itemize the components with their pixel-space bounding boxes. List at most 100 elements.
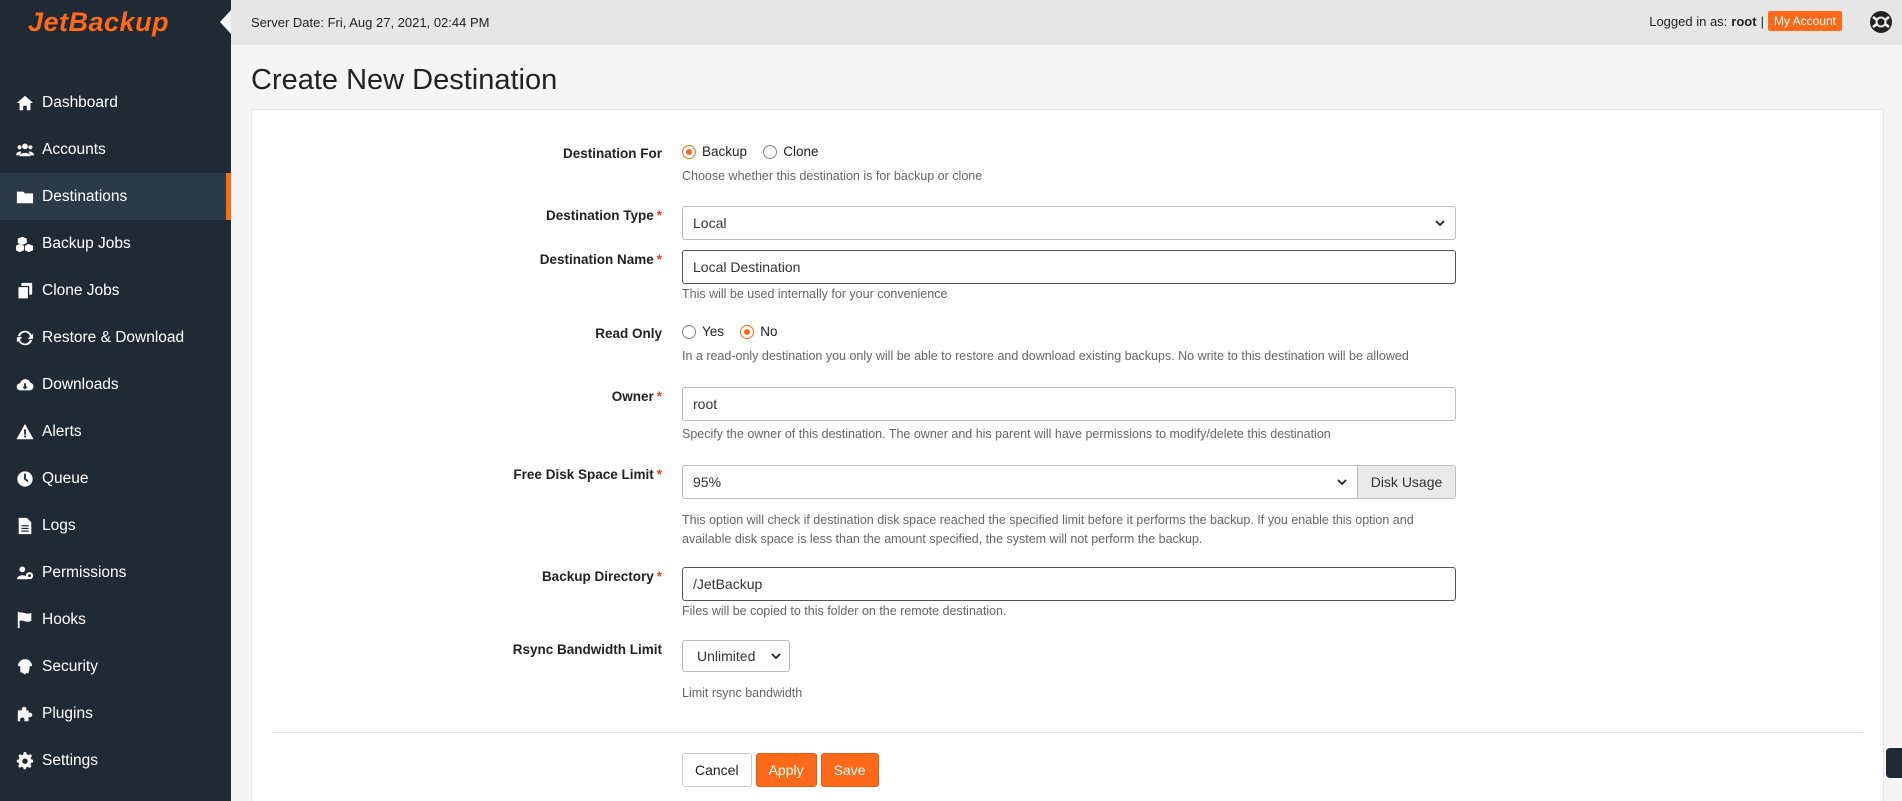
radio-dot [740, 324, 755, 339]
sidebar-item-clone-jobs[interactable]: Clone Jobs [0, 267, 231, 314]
sidebar-item-security[interactable]: Security [0, 643, 231, 690]
disk-usage-button[interactable]: Disk Usage [1358, 465, 1456, 499]
sidebar-item-downloads[interactable]: Downloads [0, 361, 231, 408]
fingerprint-icon [15, 658, 35, 676]
sidebar-item-label: Settings [42, 751, 99, 769]
owner-label: Owner * [611, 389, 662, 404]
brand-logo: JetBackup [28, 7, 170, 37]
destination-for-help: Choose whether this destination is for b… [682, 168, 983, 183]
sidebar: JetBackup Dashboard Accounts Destination… [0, 0, 231, 801]
free-disk-space-help: This option will check if destination di… [682, 513, 1414, 546]
separator: | [1760, 13, 1764, 29]
flag-icon [15, 611, 35, 629]
form-actions-group: Cancel Apply Save [682, 753, 879, 787]
sidebar-item-backup-jobs[interactable]: Backup Jobs [0, 220, 231, 267]
free-disk-space-control: 95% Disk Usage This option will check if… [682, 465, 1456, 549]
users-cog-icon [15, 564, 35, 582]
sidebar-item-settings[interactable]: Settings [0, 737, 231, 784]
sidebar-item-accounts[interactable]: Accounts [0, 126, 231, 173]
sidebar-item-alerts[interactable]: Alerts [0, 408, 231, 455]
free-disk-space-label: Free Disk Space Limit * [513, 467, 662, 482]
read-only-label: Read Only [595, 326, 662, 341]
sidebar-notch [220, 10, 231, 34]
sidebar-item-hooks[interactable]: Hooks [0, 596, 231, 643]
free-disk-space-group: 95% Disk Usage [682, 465, 1456, 499]
topbar: Server Date: Fri, Aug 27, 2021, 02:44 PM… [231, 0, 1902, 45]
destination-form: Destination For Backup Clone Choose whet… [251, 109, 1884, 801]
puzzle-icon [15, 705, 35, 723]
sidebar-item-plugins[interactable]: Plugins [0, 690, 231, 737]
my-account-button[interactable]: My Account [1767, 11, 1842, 31]
sidebar-item-label: Queue [42, 469, 89, 487]
radio-dot [682, 144, 696, 159]
chevron-down-icon [1337, 479, 1347, 486]
apply-button[interactable]: Apply [755, 753, 817, 787]
form-divider [272, 732, 1863, 733]
file-icon [15, 517, 35, 535]
home-icon [15, 94, 35, 112]
login-info: Logged in as: root | My Account [1649, 11, 1842, 31]
sidebar-item-label: Destinations [42, 187, 128, 205]
sidebar-item-label: Dashboard [42, 93, 118, 111]
sidebar-item-restore-download[interactable]: Restore & Download [0, 314, 231, 361]
sidebar-item-label: Hooks [42, 610, 86, 628]
free-disk-space-select[interactable]: 95% [682, 465, 1358, 499]
logged-in-label: Logged in as: [1649, 13, 1728, 29]
destination-for-control: Backup Clone Choose whether this destina… [682, 144, 982, 183]
sync-icon [15, 329, 35, 347]
page-title: Create New Destination [251, 64, 558, 96]
owner-input[interactable]: root [682, 387, 1456, 421]
sidebar-item-label: Downloads [42, 375, 119, 393]
sidebar-item-label: Permissions [42, 563, 127, 581]
rsync-bandwidth-label: Rsync Bandwidth Limit [512, 642, 662, 657]
destination-name-help: This will be used internally for your co… [682, 287, 948, 301]
sidebar-nav: Dashboard Accounts Destinations Backup J… [0, 79, 231, 784]
rsync-bandwidth-select[interactable]: Unlimited [682, 640, 790, 672]
sidebar-item-label: Logs [42, 516, 76, 534]
sidebar-item-dashboard[interactable]: Dashboard [0, 79, 231, 126]
destination-type-select[interactable]: Local [682, 206, 1456, 240]
rsync-bandwidth-control: Unlimited Limit rsync bandwidth [682, 640, 802, 700]
side-tab[interactable] [1886, 748, 1902, 778]
destination-name-control: Local Destination This will be used inte… [682, 250, 1456, 301]
warning-icon [15, 423, 35, 441]
users-icon [15, 141, 35, 159]
sidebar-item-label: Security [42, 657, 98, 675]
cancel-button[interactable]: Cancel [682, 753, 752, 787]
radio-yes[interactable]: Yes [682, 324, 724, 339]
read-only-control: Yes No In a read-only destination you on… [682, 324, 1409, 363]
backup-directory-help: Files will be copied to this folder on t… [682, 604, 1007, 618]
sidebar-item-label: Plugins [42, 704, 93, 722]
life-ring-icon[interactable] [1868, 9, 1894, 35]
folder-icon [15, 188, 35, 206]
sidebar-item-label: Accounts [42, 140, 106, 158]
logo[interactable]: JetBackup [0, 0, 231, 45]
backup-directory-input[interactable]: /JetBackup [682, 567, 1456, 601]
sidebar-item-permissions[interactable]: Permissions [0, 549, 231, 596]
sidebar-item-label: Restore & Download [42, 328, 185, 346]
rsync-bandwidth-help: Limit rsync bandwidth [682, 686, 803, 700]
sidebar-item-queue[interactable]: Queue [0, 455, 231, 502]
backup-directory-label: Backup Directory * [541, 569, 662, 584]
sidebar-item-label: Alerts [42, 422, 82, 440]
owner-help: Specify the owner of this destination. T… [682, 427, 1331, 441]
cubes-icon [15, 235, 35, 253]
destination-name-label: Destination Name * [539, 252, 662, 267]
save-button[interactable]: Save [820, 753, 879, 787]
destination-type-label: Destination Type * [545, 208, 662, 223]
sidebar-item-logs[interactable]: Logs [0, 502, 231, 549]
chevron-down-icon [1435, 220, 1445, 227]
sidebar-item-destinations[interactable]: Destinations [0, 173, 231, 220]
server-date: Server Date: Fri, Aug 27, 2021, 02:44 PM [251, 15, 490, 30]
destination-name-input[interactable]: Local Destination [682, 250, 1456, 284]
destination-type-control: Local [682, 206, 1456, 240]
radio-clone[interactable]: Clone [763, 144, 818, 159]
radio-dot [682, 324, 696, 339]
clock-icon [15, 470, 35, 488]
radio-dot [763, 144, 778, 159]
radio-backup[interactable]: Backup [682, 144, 747, 159]
destination-for-label: Destination For [562, 146, 662, 161]
radio-no[interactable]: No [740, 324, 777, 339]
username: root [1731, 13, 1757, 29]
backup-directory-control: /JetBackup Files will be copied to this … [682, 567, 1456, 618]
